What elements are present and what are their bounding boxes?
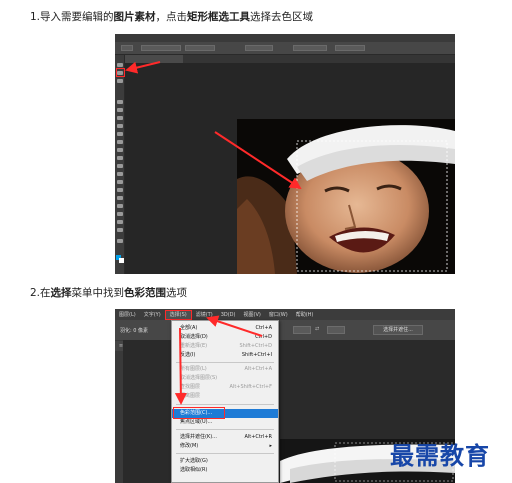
- annotation-arrows-2: [174, 315, 263, 405]
- arrow-to-select-menu: [206, 315, 263, 337]
- arrow-to-color-range: [174, 327, 187, 405]
- watermark-text: 最需教育: [390, 441, 490, 470]
